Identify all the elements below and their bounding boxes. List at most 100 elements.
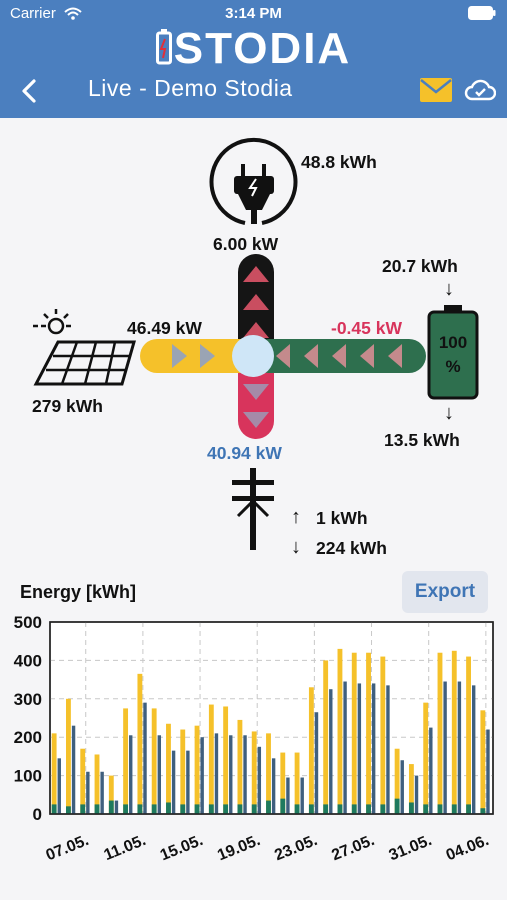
consumption-bar [86,771,90,814]
battery-discharge-arrow: ↓ [444,402,454,424]
grid-bar [266,800,271,814]
consumption-bar [214,733,219,814]
grid-bar [408,802,414,814]
consumption-power-label: 6.00 kW [213,234,279,254]
power-pole-icon [232,468,274,550]
consumption-bar [143,702,147,814]
consumption-bar [200,737,204,814]
consumption-bar [357,683,362,814]
grid-bar [380,804,386,814]
consumption-bar [114,800,119,814]
consumption-bar [343,681,347,814]
solar-energy-label: 279 kWh [32,396,103,416]
y-tick-label: 300 [14,690,42,709]
grid-bar [80,804,86,814]
battery-soc-value: 100 [438,333,468,352]
battery-flow-bar [252,339,426,373]
solar-bar [137,673,143,814]
battery-charge-arrow: ↓ [444,278,454,300]
export-button[interactable]: Export [402,571,488,613]
consumption-bar [229,735,233,814]
consumption-bar [429,727,433,814]
plug-icon [209,137,298,225]
solar-bar [308,687,314,814]
x-tick-label: 31.05. [387,832,435,864]
grid-bar [451,804,457,814]
solar-bar [80,748,86,814]
grid-bar [337,804,343,814]
grid-bar [294,804,300,814]
grid-bar [166,802,171,814]
solar-bar [351,652,357,814]
grid-bar [251,804,257,814]
consumption-bar [286,777,290,814]
grid-bar [366,804,371,814]
consumption-bar [443,681,447,814]
y-tick-label: 0 [33,805,42,824]
solar-bar [166,723,171,814]
grid-bar [123,804,129,814]
y-tick-label: 100 [14,767,42,786]
grid-bar [223,804,229,814]
grid-bar [437,804,443,814]
solar-bar [208,704,214,814]
grid-bar [194,804,200,814]
grid-bar [237,804,243,814]
logo-text: STODIA [173,24,352,73]
consumption-bar [71,725,76,814]
solar-bar [423,702,429,814]
grid-bar [466,804,471,814]
consumption-bar [171,750,176,814]
x-tick-label: 27.05. [329,832,377,864]
app-logo: STODIA [0,24,507,74]
consumption-bar [300,777,304,814]
consumption-bar [129,735,133,814]
grid-bar [351,804,357,814]
grid-bar [480,808,486,814]
grid-bar [280,798,286,814]
x-tick-label: 04.06. [444,832,492,864]
grid-bar [151,804,157,814]
chart-title: Energy [kWh] [20,582,137,602]
solar-bar [466,656,471,814]
grid-bar [308,804,314,814]
mail-icon[interactable] [420,78,452,102]
consumption-bar [486,729,490,814]
consumption-bar [243,735,247,814]
y-tick-label: 200 [14,728,42,747]
app-header: Carrier 3:14 PM STODIA Live - Demo Stodi… [0,0,507,118]
solar-bar [437,652,443,814]
solar-bar [251,731,257,814]
consumption-bar [157,735,162,814]
energy-bar-chart: 0 100 200 300 400 500 07.05. 11.05. 15.05. 19.05.… [14,613,494,864]
consumption-bar [471,685,476,814]
consumption-bar [100,771,104,814]
cloud-check-icon[interactable] [464,78,496,102]
solar-bar [194,725,200,814]
back-chevron-icon[interactable] [16,76,42,106]
consumption-bar [386,685,390,814]
solar-bar [223,706,229,814]
logo-battery-icon [155,29,172,65]
solar-bar [337,648,343,814]
x-tick-label: 11.05. [102,832,149,864]
grid-import-label: 224 kWh [316,538,387,558]
flow-hub [232,335,274,377]
consumption-energy-label: 48.8 kWh [301,152,377,172]
battery-status-icon [468,6,496,20]
solar-bar [451,650,457,814]
consumption-bar [186,750,190,814]
consumption-bar [257,746,262,814]
solar-bar [380,656,386,814]
grid-export-arrow: ↑ [291,506,301,528]
consumption-bar [314,712,319,814]
battery-power-label: -0.45 kW [331,318,402,338]
grid-export-label: 1 kWh [316,508,368,528]
x-tick-label: 19.05. [215,832,263,864]
y-tick-label: 500 [14,613,42,632]
x-tick-label: 07.05. [44,832,92,864]
grid-bar [137,804,143,814]
grid-import-arrow: ↓ [291,536,301,558]
solar-bar [323,660,329,814]
solar-panel-icon [33,340,136,386]
